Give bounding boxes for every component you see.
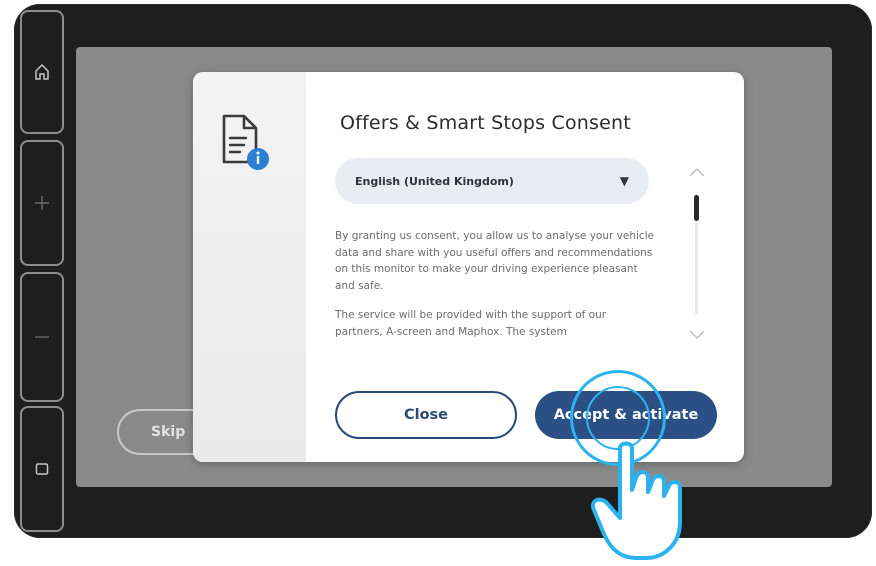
home-icon	[35, 63, 49, 80]
scroll-up-icon[interactable]	[688, 166, 706, 178]
dialog-side-panel	[193, 72, 306, 462]
text-fade	[306, 334, 744, 370]
side-rail	[14, 4, 66, 538]
scrollbar-thumb[interactable]	[694, 195, 699, 221]
home-button[interactable]	[20, 10, 64, 134]
dialog-title: Offers & Smart Stops Consent	[340, 112, 631, 134]
language-select[interactable]: English (United Kingdom) ▼	[335, 158, 649, 204]
pointing-hand-icon	[591, 441, 682, 560]
window-icon	[35, 463, 49, 475]
minus-icon	[35, 336, 49, 338]
document-info-icon	[222, 114, 269, 170]
volume-down-button[interactable]	[20, 272, 64, 402]
scroll-down-icon[interactable]	[688, 328, 706, 340]
window-button[interactable]	[20, 406, 64, 532]
language-select-value: English (United Kingdom)	[355, 174, 514, 188]
consent-paragraph: By granting us consent, you allow us to …	[335, 230, 655, 292]
close-button[interactable]: Close	[335, 391, 517, 439]
plus-icon	[35, 196, 49, 210]
caret-down-icon: ▼	[619, 174, 629, 188]
volume-up-button[interactable]	[20, 140, 64, 266]
